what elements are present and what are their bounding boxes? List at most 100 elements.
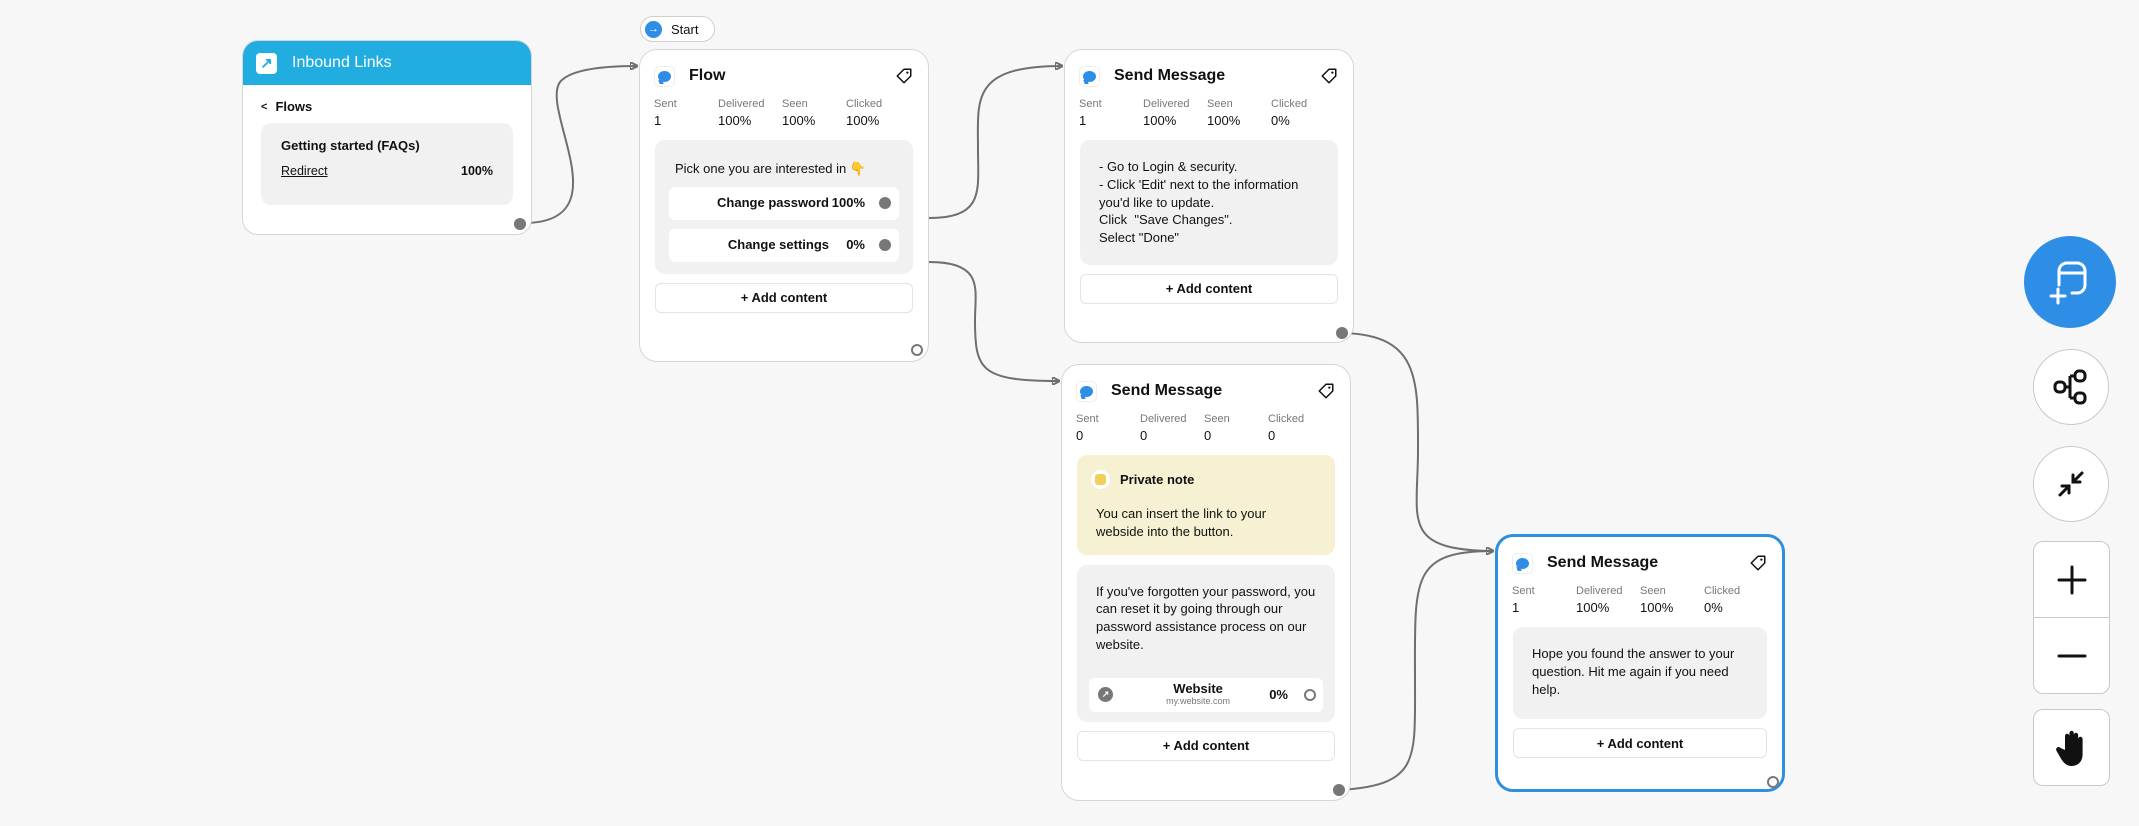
collapse-button[interactable] [2033,446,2109,522]
stat-label-clicked: Clicked [846,98,883,110]
flows-label: Flows [275,99,313,114]
message-text-block[interactable]: Hope you found the answer to your questi… [1513,627,1767,719]
message-line: Select "Done" [1099,230,1180,246]
stat-value-sent: 1 [654,113,662,128]
send-message-node[interactable]: Send Message Sent 0 Delivered 0 Seen 0 Clic… [1061,364,1351,801]
question-block[interactable]: Pick one you are interested in 👇 Change … [655,140,913,274]
edge-change-password-to-send-message-1[interactable] [928,66,1062,219]
stat-value-clicked: 0% [1704,600,1723,615]
stat-label-clicked: Clicked [1268,413,1305,425]
website-button[interactable]: ↗ Website my.website.com 0% [1089,677,1323,712]
stat-value-sent: 1 [1079,113,1087,128]
hand-icon [2055,730,2083,766]
stat-value-clicked: 0% [1271,113,1290,128]
stat-value-clicked: 0 [1268,428,1276,443]
auto-layout-button[interactable] [2033,349,2109,425]
message-line: Click "Save Changes". [1099,212,1233,228]
zoom-in-button[interactable] [2034,542,2109,618]
stat-label-sent: Sent [1079,98,1102,110]
minus-icon [2057,654,2086,658]
message-line: - Click 'Edit' next to the information y… [1099,176,1299,210]
message-line: - Go to Login & security. [1099,159,1238,174]
question-text: Pick one you are interested in 👇 [675,161,867,176]
stat-value-sent: 1 [1512,600,1520,615]
node-stats: Sent 1 Delivered 100% Seen 100% Clicked 100% [654,98,928,128]
inbound-links-node[interactable]: ↗ Inbound Links < Flows Getting started … [242,40,532,235]
stat-label-seen: Seen [1640,585,1666,597]
message-text-block[interactable]: If you've forgotten your password, you c… [1077,564,1335,722]
choice-output-port[interactable] [879,197,891,210]
button-output-port[interactable] [1304,688,1316,701]
stat-value-seen: 100% [1207,113,1241,128]
zoom-out-button[interactable] [2034,618,2109,693]
inbound-flow-card[interactable]: Getting started (FAQs) Redirect 100% [261,123,513,205]
share-icon: < [261,100,268,113]
send-message-3-output-port[interactable] [1767,776,1779,788]
node-title: Send Message [1547,554,1659,571]
stat-label-clicked: Clicked [1271,98,1308,110]
private-note-text: You can insert the link to your webside … [1096,506,1267,539]
add-node-button[interactable] [2024,236,2116,328]
stat-value-delivered: 100% [1576,600,1610,615]
send-message-node-selected[interactable]: Send Message Sent 1 Delivered 100% Seen 100… [1495,534,1785,792]
message-text-block[interactable]: - Go to Login & security. - Click 'Edit'… [1080,140,1338,265]
pan-tool-button[interactable] [2033,709,2110,786]
node-title: Flow [689,67,726,84]
start-label: Start [671,21,699,37]
edge-send-message-2-to-send-message-3[interactable] [1339,550,1494,791]
chat-bubble-icon [654,65,675,87]
stat-value-delivered: 0 [1140,428,1148,443]
stat-label-delivered: Delivered [1143,98,1190,110]
add-content-button[interactable]: + Add content [655,282,913,313]
flowchart-icon [2053,369,2087,405]
inbound-output-port[interactable] [514,218,526,230]
flows-section-label: < Flows [261,99,531,114]
tag-icon[interactable] [1317,64,1341,88]
stat-label-seen: Seen [1204,413,1230,425]
chat-bubble-icon [1079,65,1100,87]
private-note-block[interactable]: Private note You can insert the link to … [1077,455,1335,555]
plus-icon [2057,565,2086,594]
stat-label-clicked: Clicked [1704,585,1741,597]
start-badge: → Start [640,16,715,42]
zoom-controls [2033,541,2110,694]
choice-pct: 100% [831,195,865,211]
add-content-button[interactable]: + Add content [1513,728,1767,758]
add-content-button[interactable]: + Add content [1080,273,1338,304]
inbound-flow-name: Getting started (FAQs) [281,138,420,153]
add-content-button[interactable]: + Add content [1077,730,1335,761]
collapse-icon [2058,471,2084,497]
choice-button[interactable]: Change password 100% [669,186,899,220]
choice-output-port[interactable] [879,239,891,252]
choice-label: Change password [717,195,829,211]
send-message-1-output-port[interactable] [1336,327,1348,339]
node-stats: Sent 0 Delivered 0 Seen 0 Clicked 0 [1076,413,1350,443]
tag-icon[interactable] [1746,551,1770,575]
chat-bubble-icon [1076,380,1097,402]
stat-label-sent: Sent [1512,585,1535,597]
button-url: my.website.com [1166,695,1231,706]
node-title: Send Message [1114,67,1226,84]
node-stats: Sent 1 Delivered 100% Seen 100% Clicked 0% [1512,585,1782,615]
edge-send-message-1-to-send-message-3[interactable] [1342,332,1493,551]
private-note-title: Private note [1120,471,1195,487]
external-link-icon: ↗ [1098,687,1113,703]
stat-label-sent: Sent [654,98,677,110]
choice-pct: 0% [846,237,865,253]
button-label: Website [1173,680,1223,696]
flow-output-port[interactable] [911,344,923,356]
choice-button[interactable]: Change settings 0% [669,228,899,262]
flow-canvas[interactable]: ↗ Inbound Links < Flows Getting started … [0,0,2139,826]
stat-label-delivered: Delivered [718,98,765,110]
tag-icon[interactable] [1314,379,1338,403]
edge-inbound-to-flow[interactable] [526,66,637,224]
stat-value-seen: 100% [782,113,816,128]
edge-change-settings-to-send-message-2[interactable] [928,261,1059,381]
redirect-link[interactable]: Redirect [281,164,328,178]
tag-icon[interactable] [892,64,916,88]
send-message-2-output-port[interactable] [1333,784,1345,796]
add-node-icon [2049,261,2087,305]
flow-node[interactable]: Flow Sent 1 Delivered 100% Seen 100% Clicke… [639,49,929,362]
inbound-links-header: ↗ Inbound Links [243,41,531,85]
send-message-node[interactable]: Send Message Sent 1 Delivered 100% Seen 100… [1064,49,1354,343]
